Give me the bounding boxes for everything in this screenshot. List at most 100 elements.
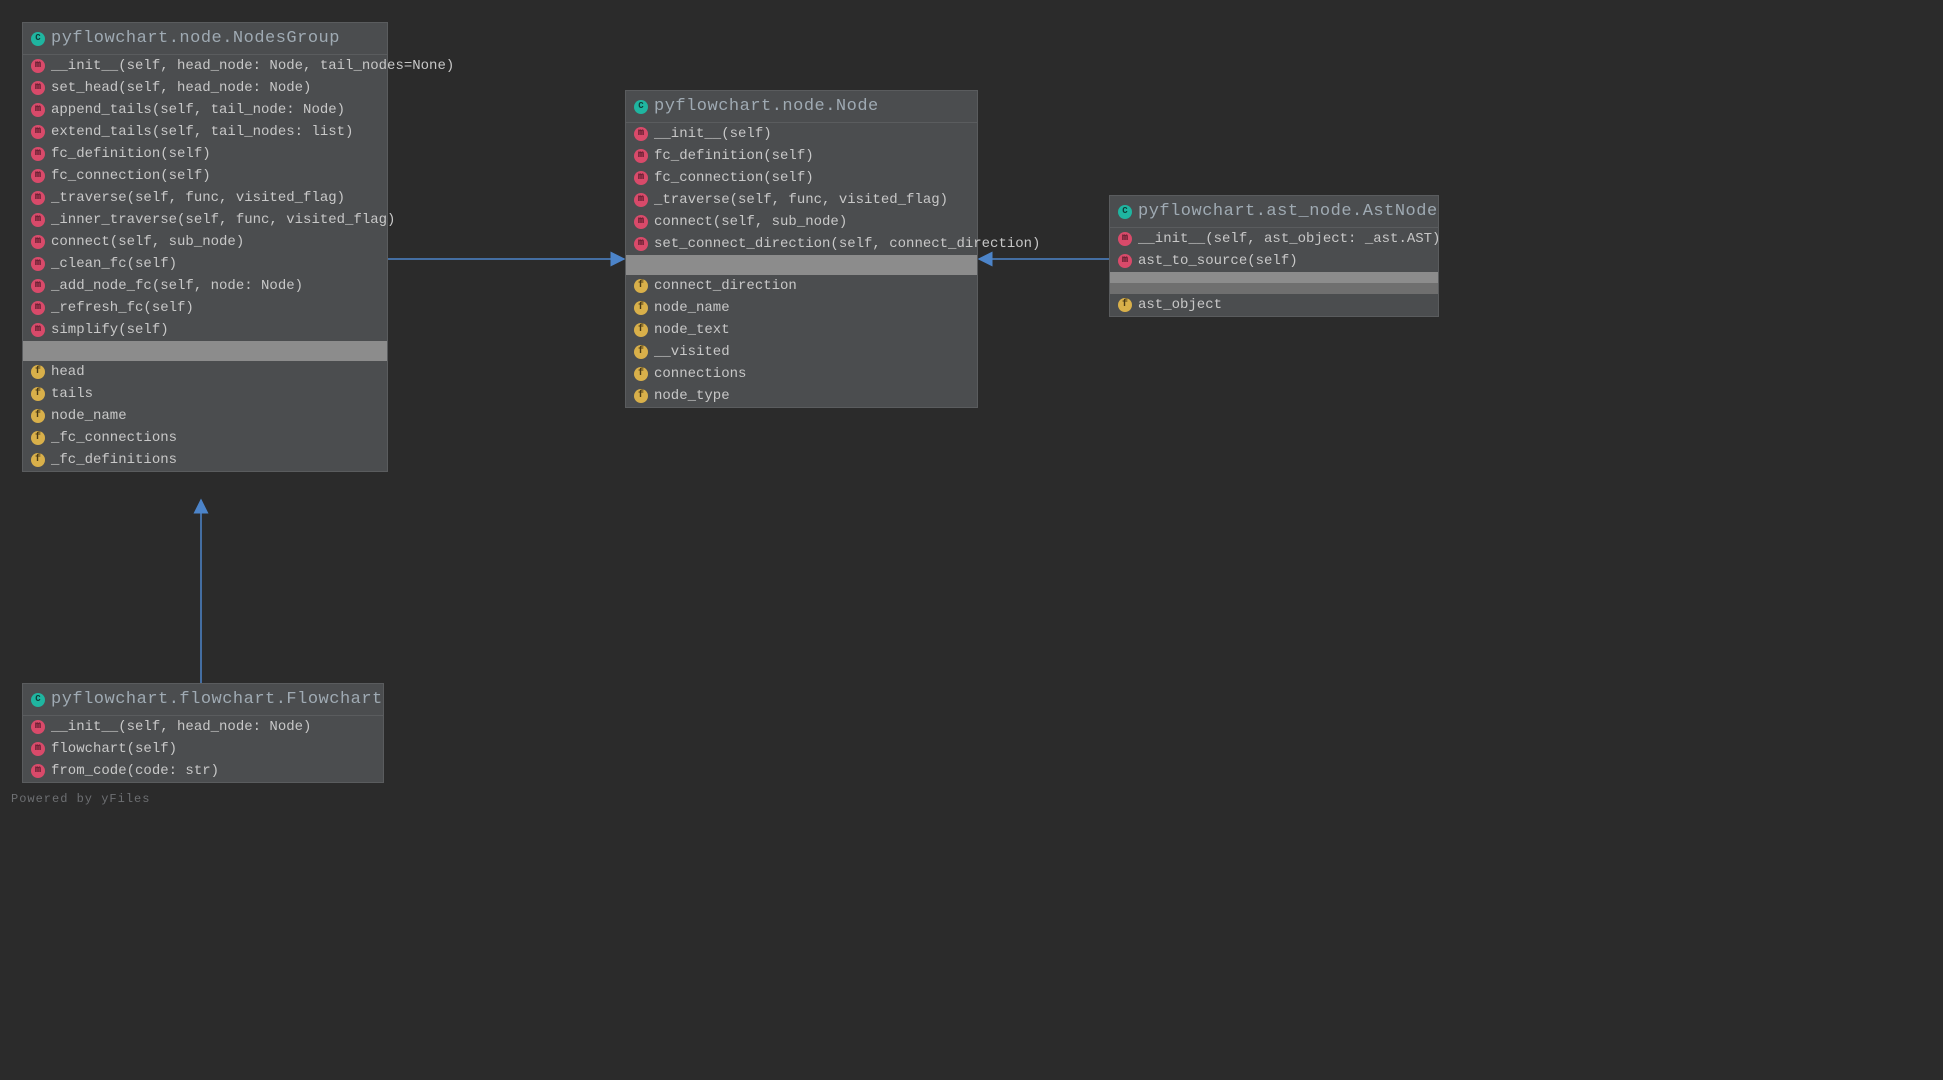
member-label: __visited [654,344,730,360]
field-row[interactable]: __visited [626,341,977,363]
field-icon [634,279,648,293]
field-icon [31,409,45,423]
method-row[interactable]: set_head(self, head_node: Node) [23,77,387,99]
member-label: _traverse(self, func, visited_flag) [51,190,345,206]
member-label: _fc_connections [51,430,177,446]
member-label: _refresh_fc(self) [51,300,194,316]
member-label: _clean_fc(self) [51,256,177,272]
class-node[interactable]: pyflowchart.node.Node __init__(self) fc_… [625,90,978,408]
method-icon [31,301,45,315]
method-icon [31,81,45,95]
field-row[interactable]: connections [626,363,977,385]
field-row[interactable]: node_name [23,405,387,427]
class-icon [1118,205,1132,219]
method-row[interactable]: _add_node_fc(self, node: Node) [23,275,387,297]
method-row[interactable]: _inner_traverse(self, func, visited_flag… [23,209,387,231]
class-ast-node[interactable]: pyflowchart.ast_node.AstNode __init__(se… [1109,195,1439,317]
class-icon [31,32,45,46]
method-icon [634,171,648,185]
class-header: pyflowchart.node.NodesGroup [23,23,387,55]
method-icon [31,59,45,73]
method-icon [31,323,45,337]
method-row[interactable]: __init__(self, ast_object: _ast.AST) [1110,228,1438,250]
method-icon [634,237,648,251]
class-flowchart[interactable]: pyflowchart.flowchart.Flowchart __init__… [22,683,384,783]
class-header: pyflowchart.flowchart.Flowchart [23,684,383,716]
method-icon [31,191,45,205]
method-icon [31,169,45,183]
method-row[interactable]: __init__(self, head_node: Node, tail_nod… [23,55,387,77]
field-row[interactable]: node_name [626,297,977,319]
field-row[interactable]: node_text [626,319,977,341]
field-row[interactable]: connect_direction [626,275,977,297]
member-label: append_tails(self, tail_node: Node) [51,102,345,118]
method-icon [634,193,648,207]
class-header: pyflowchart.ast_node.AstNode [1110,196,1438,228]
method-row[interactable]: __init__(self) [626,123,977,145]
field-row[interactable]: head [23,361,387,383]
class-body: __init__(self, head_node: Node) flowchar… [23,716,383,782]
member-label: set_head(self, head_node: Node) [51,80,311,96]
member-label: __init__(self, head_node: Node, tail_nod… [51,58,454,74]
method-row[interactable]: fc_definition(self) [626,145,977,167]
member-label: ast_to_source(self) [1138,253,1298,269]
method-icon [31,103,45,117]
member-label: __init__(self, head_node: Node) [51,719,311,735]
member-label: fc_connection(self) [654,170,814,186]
method-row[interactable]: append_tails(self, tail_node: Node) [23,99,387,121]
field-icon [634,323,648,337]
class-title: pyflowchart.node.NodesGroup [51,29,340,48]
method-icon [31,235,45,249]
field-row[interactable]: node_type [626,385,977,407]
class-nodes-group[interactable]: pyflowchart.node.NodesGroup __init__(sel… [22,22,388,472]
class-title: pyflowchart.ast_node.AstNode [1138,202,1438,221]
member-label: connect(self, sub_node) [654,214,847,230]
class-title: pyflowchart.node.Node [654,97,879,116]
method-row[interactable]: simplify(self) [23,319,387,341]
method-row[interactable]: flowchart(self) [23,738,383,760]
method-row[interactable]: _clean_fc(self) [23,253,387,275]
method-icon [31,147,45,161]
member-label: _inner_traverse(self, func, visited_flag… [51,212,395,228]
method-row[interactable]: _traverse(self, func, visited_flag) [626,189,977,211]
field-row[interactable]: tails [23,383,387,405]
class-icon [31,693,45,707]
method-row[interactable]: fc_definition(self) [23,143,387,165]
member-label: node_text [654,322,730,338]
method-icon [31,720,45,734]
field-icon [634,345,648,359]
method-row[interactable]: set_connect_direction(self, connect_dire… [626,233,977,255]
class-body: __init__(self) fc_definition(self) fc_co… [626,123,977,407]
member-label: head [51,364,85,380]
field-icon [31,431,45,445]
member-label: set_connect_direction(self, connect_dire… [654,236,1040,252]
member-label: fc_definition(self) [654,148,814,164]
class-icon [634,100,648,114]
member-label: __init__(self, ast_object: _ast.AST) [1138,231,1440,247]
method-row[interactable]: _traverse(self, func, visited_flag) [23,187,387,209]
method-row[interactable]: fc_connection(self) [23,165,387,187]
method-icon [634,149,648,163]
watermark-label: Powered by yFiles [11,792,150,806]
method-row[interactable]: __init__(self, head_node: Node) [23,716,383,738]
method-row[interactable]: from_code(code: str) [23,760,383,782]
class-title: pyflowchart.flowchart.Flowchart [51,690,383,709]
field-row[interactable]: _fc_definitions [23,449,387,471]
method-row[interactable]: ast_to_source(self) [1110,250,1438,272]
method-row[interactable]: fc_connection(self) [626,167,977,189]
field-row[interactable]: ast_object [1110,294,1438,316]
method-row[interactable]: extend_tails(self, tail_nodes: list) [23,121,387,143]
member-label: connect_direction [654,278,797,294]
method-icon [31,742,45,756]
field-row[interactable]: _fc_connections [23,427,387,449]
method-icon [31,279,45,293]
member-label: _traverse(self, func, visited_flag) [654,192,948,208]
member-label: extend_tails(self, tail_nodes: list) [51,124,353,140]
method-icon [634,215,648,229]
diagram-canvas: pyflowchart.node.NodesGroup __init__(sel… [0,0,1943,1080]
member-label: node_name [654,300,730,316]
method-row[interactable]: connect(self, sub_node) [626,211,977,233]
method-row[interactable]: connect(self, sub_node) [23,231,387,253]
method-row[interactable]: _refresh_fc(self) [23,297,387,319]
method-icon [31,764,45,778]
